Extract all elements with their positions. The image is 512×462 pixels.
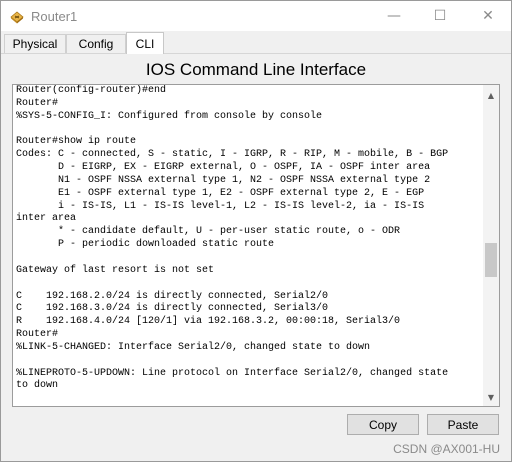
console-line: P - periodic downloaded static route — [16, 239, 275, 251]
console-line: Codes: C - connected, S - static, I - IG… — [16, 149, 449, 161]
console-line: Router#show ip route — [16, 136, 137, 148]
console-line: %SYS-5-CONFIG_I: Configured from console… — [16, 110, 323, 122]
title-bar[interactable]: Router1 — ☐ ✕ — [1, 1, 511, 31]
console-output[interactable]: Router(config-router)#end Router# %SYS-5-C… — [12, 84, 500, 407]
console-line: * - candidate default, U - per-user stat… — [16, 226, 401, 238]
console-line: %LINEPROTO-5-UPDOWN: Line protocol on In… — [16, 367, 449, 379]
scroll-down-icon[interactable]: ▼ — [483, 389, 499, 405]
console-line: Gateway of last resort is not set — [16, 264, 215, 276]
console-text[interactable]: Router(config-router)#end Router# %SYS-5-C… — [16, 85, 480, 406]
console-line: Router# — [16, 97, 59, 109]
router-window: Router1 — ☐ ✕ Physical Config CLI IOS Co… — [0, 0, 512, 462]
tab-cli[interactable]: CLI — [126, 32, 164, 54]
console-line: N1 - OSPF NSSA external type 1, N2 - OSP… — [16, 174, 431, 186]
console-line: R 192.168.4.0/24 [120/1] via 192.168.3.2… — [16, 316, 401, 328]
minimize-button[interactable]: — — [371, 1, 417, 31]
watermark: CSDN @AX001-HU — [393, 442, 500, 456]
minimize-icon: — — [387, 8, 401, 24]
maximize-icon: ☐ — [433, 8, 447, 24]
console-line: inter area — [16, 213, 77, 225]
console-line: E1 - OSPF external type 1, E2 - OSPF ext… — [16, 187, 425, 199]
cli-panel: IOS Command Line Interface Router(config… — [1, 54, 511, 461]
console-line: i - IS-IS, L1 - IS-IS level-1, L2 - IS-I… — [16, 200, 425, 212]
close-button[interactable]: ✕ — [465, 1, 511, 31]
window-title: Router1 — [31, 9, 78, 24]
console-line: D - EIGRP, EX - EIGRP external, O - OSPF… — [16, 162, 431, 174]
console-line: to down — [16, 380, 59, 392]
console-line: Router# — [16, 329, 59, 341]
page-title: IOS Command Line Interface — [145, 60, 367, 79]
tab-config[interactable]: Config — [66, 34, 126, 53]
tab-bar: Physical Config CLI — [1, 31, 511, 54]
console-line: %LINK-5-CHANGED: Interface Serial2/0, ch… — [16, 341, 371, 353]
maximize-button[interactable]: ☐ — [417, 1, 463, 31]
console-line: Router(config-router)#end — [16, 85, 167, 96]
paste-button[interactable]: Paste — [427, 414, 499, 435]
console-scrollbar[interactable]: ▲ ▼ — [483, 85, 499, 406]
copy-button[interactable]: Copy — [347, 414, 419, 435]
router-app-icon — [10, 11, 24, 24]
console-line: C 192.168.2.0/24 is directly connected, … — [16, 290, 329, 302]
console-line: C 192.168.3.0/24 is directly connected, … — [16, 303, 329, 315]
tab-physical[interactable]: Physical — [4, 34, 66, 53]
scroll-thumb[interactable] — [485, 243, 497, 277]
scroll-up-icon[interactable]: ▲ — [483, 87, 499, 103]
close-icon: ✕ — [482, 8, 494, 24]
